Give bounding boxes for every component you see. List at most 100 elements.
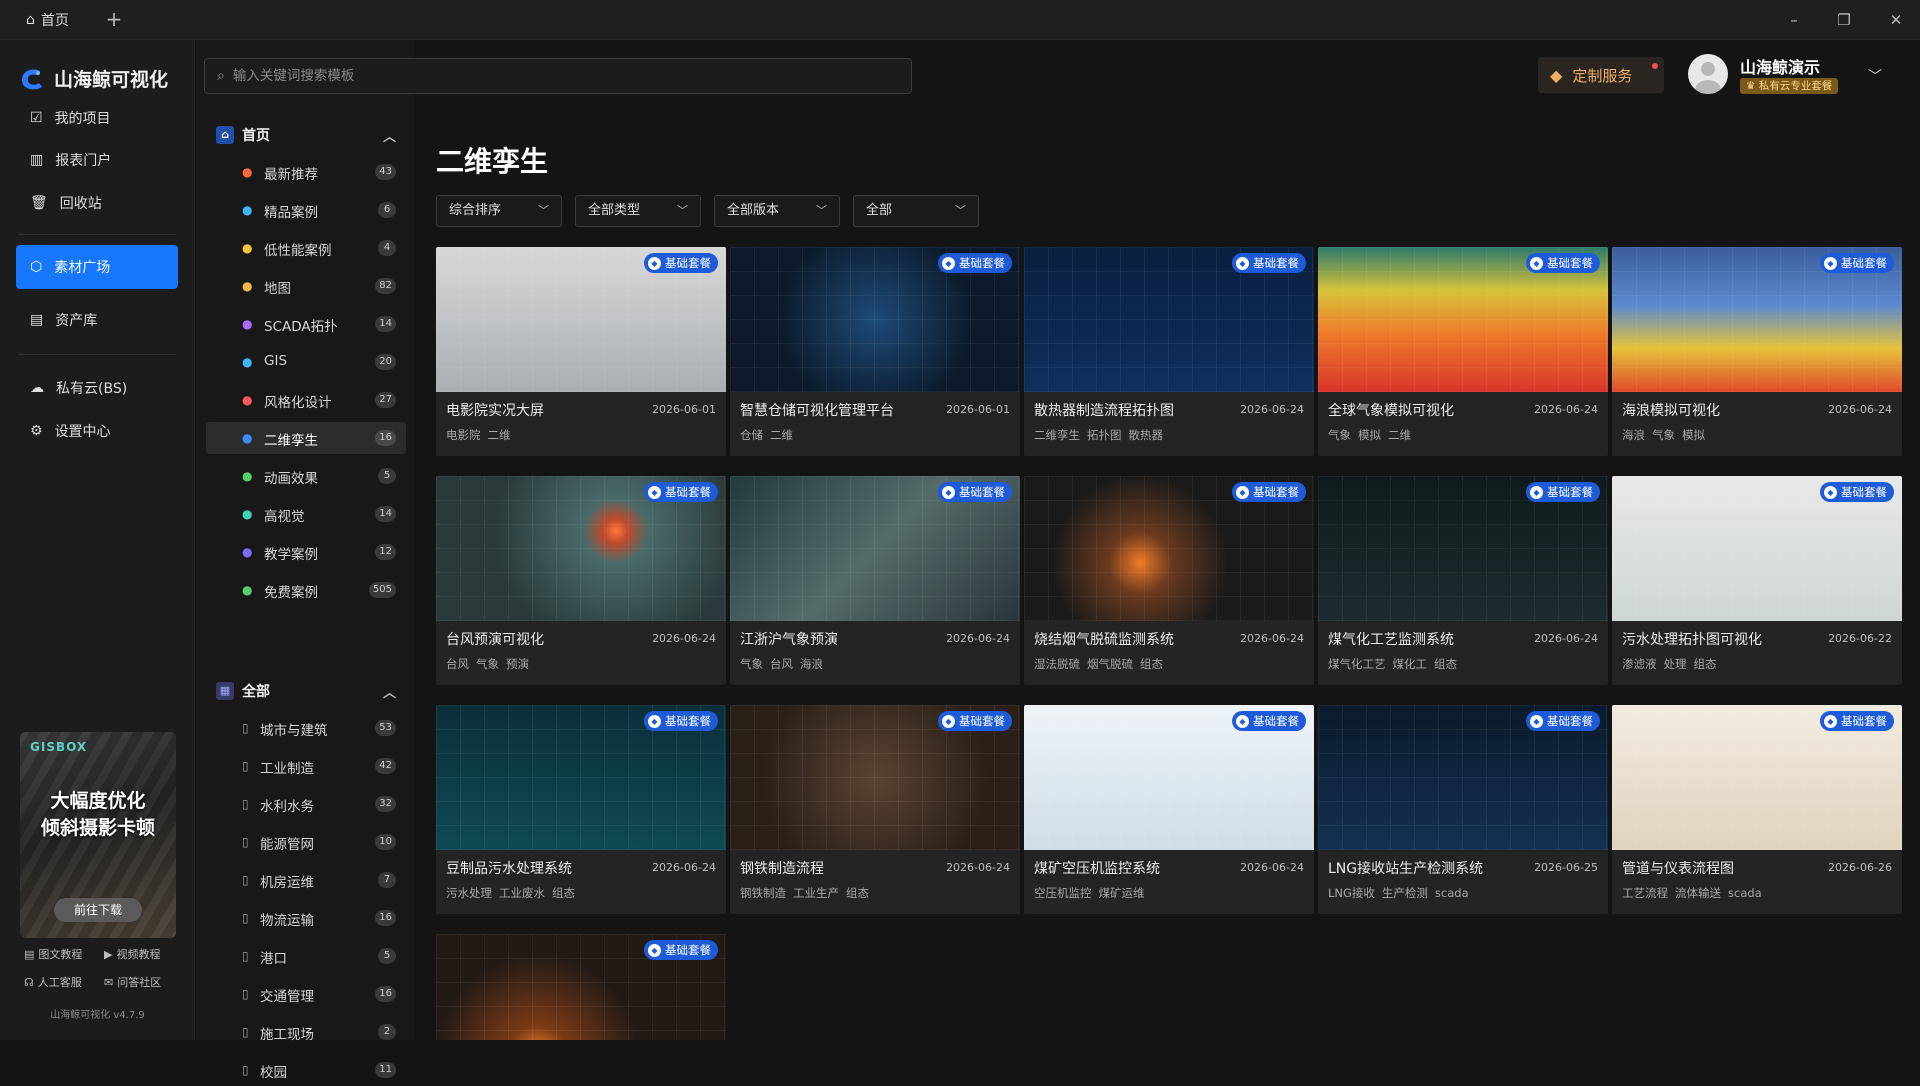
nav-private-cloud[interactable]: ☁ 私有云(BS) xyxy=(16,366,178,410)
category-item[interactable]: ▯ 交通管理 16 xyxy=(206,978,406,1010)
type-dropdown[interactable]: 全部类型 ﹀ xyxy=(575,195,701,227)
sort-dropdown[interactable]: 综合排序 ﹀ xyxy=(436,195,562,227)
card-thumbnail[interactable]: ◆ 基础套餐 xyxy=(1024,476,1314,621)
version-dropdown[interactable]: 全部版本 ﹀ xyxy=(714,195,840,227)
template-card[interactable]: ◆ 基础套餐 电影院实况大屏 2026-06-01 电影院 二维 xyxy=(436,247,726,456)
template-card[interactable]: ◆ 基础套餐 LNG接收站生产检测系统 2026-06-25 LNG接收 生产检测 scad… xyxy=(1318,705,1608,914)
template-card[interactable]: ◆ 基础套餐 煤矿空压机监控系统 2026-06-24 空压机监控 煤矿运维 xyxy=(1024,705,1314,914)
category-item[interactable]: ▯ 机房运维 7 xyxy=(206,864,406,896)
user-menu-chevron-icon[interactable]: ﹀ xyxy=(1868,66,1882,86)
folder-icon: ▯ xyxy=(242,721,249,735)
nav-material-plaza[interactable]: ⬡ 素材广场 xyxy=(16,245,178,289)
category-item[interactable]: ▯ 城市与建筑 53 xyxy=(206,712,406,744)
category-home-header[interactable]: ⌂ 首页 ︿ xyxy=(216,120,408,150)
chevron-down-icon: ﹀ xyxy=(816,204,827,217)
template-card[interactable]: ◆ 基础套餐 钢铁制造流程 2026-06-24 钢铁制造 工业生产 组态 xyxy=(730,705,1020,914)
category-label: 城市与建筑 xyxy=(260,723,328,739)
category-item[interactable]: ▯ 水利水务 32 xyxy=(206,788,406,820)
folder-icon: ▯ xyxy=(242,949,249,963)
restore-button[interactable]: ❐ xyxy=(1830,8,1858,32)
category-item[interactable]: ● 教学案例 12 xyxy=(206,536,406,568)
card-thumbnail[interactable]: ◆ 基础套餐 xyxy=(436,934,726,1040)
home-icon: ⌂ xyxy=(26,12,35,28)
category-item[interactable]: ● 最新推荐 43 xyxy=(206,156,406,188)
tab-home[interactable]: ⌂ 首页 xyxy=(14,6,81,34)
card-thumbnail[interactable]: ◆ 基础套餐 xyxy=(1612,476,1902,621)
search-input[interactable] xyxy=(232,68,873,84)
card-thumbnail[interactable]: ◆ 基础套餐 xyxy=(730,705,1020,850)
category-item[interactable]: ● GIS 20 xyxy=(206,346,406,378)
play-icon: ▶ xyxy=(104,947,113,961)
category-item[interactable]: ● 风格化设计 27 xyxy=(206,384,406,416)
community-link[interactable]: ✉ 问答社区 xyxy=(104,974,161,990)
card-tag: 海浪 xyxy=(800,657,823,671)
category-item[interactable]: ▯ 能源管网 10 xyxy=(206,826,406,858)
minimize-button[interactable]: – xyxy=(1780,8,1808,32)
scope-dropdown[interactable]: 全部 ﹀ xyxy=(853,195,979,227)
category-label: 工业制造 xyxy=(260,761,314,777)
nav-my-projects[interactable]: ☑ 我的项目 xyxy=(16,96,178,140)
card-thumbnail[interactable]: ◆ 基础套餐 xyxy=(1318,476,1608,621)
category-item[interactable]: ▯ 物流运输 16 xyxy=(206,902,406,934)
nav-asset-library[interactable]: ▤ 资产库 xyxy=(16,298,178,342)
template-card[interactable]: ◆ 基础套餐 污水处理拓扑图可视化 2026-06-22 渗滤液 处理 组态 xyxy=(1612,476,1902,685)
template-card[interactable]: ◆ 基础套餐 豆制品污水处理系统 2026-06-24 污水处理 工业废水 组态 xyxy=(436,705,726,914)
template-card[interactable]: ◆ 基础套餐 江浙沪气象预演 2026-06-24 气象 台风 海浪 xyxy=(730,476,1020,685)
template-card[interactable]: ◆ 基础套餐 管道与仪表流程图 2026-06-26 工艺流程 流体输送 scada xyxy=(1612,705,1902,914)
user-avatar[interactable] xyxy=(1688,54,1728,94)
category-item[interactable]: ▯ 工业制造 42 xyxy=(206,750,406,782)
card-date: 2026-06-01 xyxy=(652,403,716,416)
docs-link[interactable]: ▤ 图文教程 xyxy=(24,946,82,962)
category-item[interactable]: ▯ 施工现场 2 xyxy=(206,1016,406,1048)
card-thumbnail[interactable]: ◆ 基础套餐 xyxy=(1024,705,1314,850)
category-label: SCADA拓扑 xyxy=(264,319,338,335)
custom-service-button[interactable]: ◆ 定制服务 xyxy=(1538,57,1664,93)
category-item[interactable]: ▯ 校园 11 xyxy=(206,1054,406,1086)
template-card[interactable]: ◆ 基础套餐 全球气象模拟可视化 2026-06-24 气象 模拟 二维 xyxy=(1318,247,1608,456)
add-tab-button[interactable]: + xyxy=(102,8,126,32)
nav-label: 私有云(BS) xyxy=(56,381,128,397)
card-thumbnail[interactable]: ◆ 基础套餐 xyxy=(1612,247,1902,392)
category-item[interactable]: ▯ 港口 5 xyxy=(206,940,406,972)
card-tag: 处理 xyxy=(1663,657,1687,671)
nav-settings[interactable]: ⚙ 设置中心 xyxy=(16,409,178,453)
card-thumbnail[interactable]: ◆ 基础套餐 xyxy=(1318,247,1608,392)
template-card[interactable]: ◆ 基础套餐 xyxy=(436,934,726,1040)
plan-badge: ◆ 基础套餐 xyxy=(1820,482,1894,502)
promo-banner[interactable]: GISBOX 大幅度优化 倾斜摄影卡顿 前往下载 xyxy=(20,732,176,938)
template-card[interactable]: ◆ 基础套餐 煤气化工艺监测系统 2026-06-24 煤气化工艺 煤化工 组态 xyxy=(1318,476,1608,685)
nav-report-portal[interactable]: ▥ 报表门户 xyxy=(16,138,178,182)
download-button[interactable]: 前往下载 xyxy=(54,898,142,922)
chevron-up-icon[interactable]: ︿ xyxy=(383,126,396,145)
category-item[interactable]: ● 高视觉 14 xyxy=(206,498,406,530)
close-button[interactable]: ✕ xyxy=(1882,8,1910,32)
category-item[interactable]: ● 二维孪生 16 xyxy=(206,422,406,454)
category-item[interactable]: ● 免费案例 505 xyxy=(206,574,406,606)
video-link[interactable]: ▶ 视频教程 xyxy=(104,946,160,962)
card-thumbnail[interactable]: ◆ 基础套餐 xyxy=(436,247,726,392)
card-thumbnail[interactable]: ◆ 基础套餐 xyxy=(1318,705,1608,850)
template-card[interactable]: ◆ 基础套餐 散热器制造流程拓扑图 2026-06-24 二维孪生 拓扑图 散热器 xyxy=(1024,247,1314,456)
card-thumbnail[interactable]: ◆ 基础套餐 xyxy=(730,247,1020,392)
template-card[interactable]: ◆ 基础套餐 台风预演可视化 2026-06-24 台风 气象 预演 xyxy=(436,476,726,685)
search-bar[interactable]: ⌕ xyxy=(204,58,912,94)
card-title: 烧结烟气脱硫监测系统 xyxy=(1034,632,1174,648)
card-tags: 气象 台风 海浪 xyxy=(740,656,830,672)
category-all-header[interactable]: ▦ 全部 ︿ xyxy=(216,676,408,706)
category-item[interactable]: ● 动画效果 5 xyxy=(206,460,406,492)
nav-recycle-bin[interactable]: 🗑 回收站 xyxy=(16,181,178,225)
category-item[interactable]: ● SCADA拓扑 14 xyxy=(206,308,406,340)
chevron-up-icon[interactable]: ︿ xyxy=(383,682,396,701)
template-card[interactable]: ◆ 基础套餐 海浪模拟可视化 2026-06-24 海浪 气象 模拟 xyxy=(1612,247,1902,456)
category-item[interactable]: ● 地图 82 xyxy=(206,270,406,302)
category-item[interactable]: ● 低性能案例 4 xyxy=(206,232,406,264)
card-thumbnail[interactable]: ◆ 基础套餐 xyxy=(1612,705,1902,850)
card-thumbnail[interactable]: ◆ 基础套餐 xyxy=(1024,247,1314,392)
category-item[interactable]: ● 精品案例 6 xyxy=(206,194,406,226)
template-card[interactable]: ◆ 基础套餐 智慧仓储可视化管理平台 2026-06-01 仓储 二维 xyxy=(730,247,1020,456)
card-thumbnail[interactable]: ◆ 基础套餐 xyxy=(436,476,726,621)
support-link[interactable]: ☊ 人工客服 xyxy=(24,974,82,990)
card-thumbnail[interactable]: ◆ 基础套餐 xyxy=(436,705,726,850)
template-card[interactable]: ◆ 基础套餐 烧结烟气脱硫监测系统 2026-06-24 湿法脱硫 烟气脱硫 组态 xyxy=(1024,476,1314,685)
card-thumbnail[interactable]: ◆ 基础套餐 xyxy=(730,476,1020,621)
